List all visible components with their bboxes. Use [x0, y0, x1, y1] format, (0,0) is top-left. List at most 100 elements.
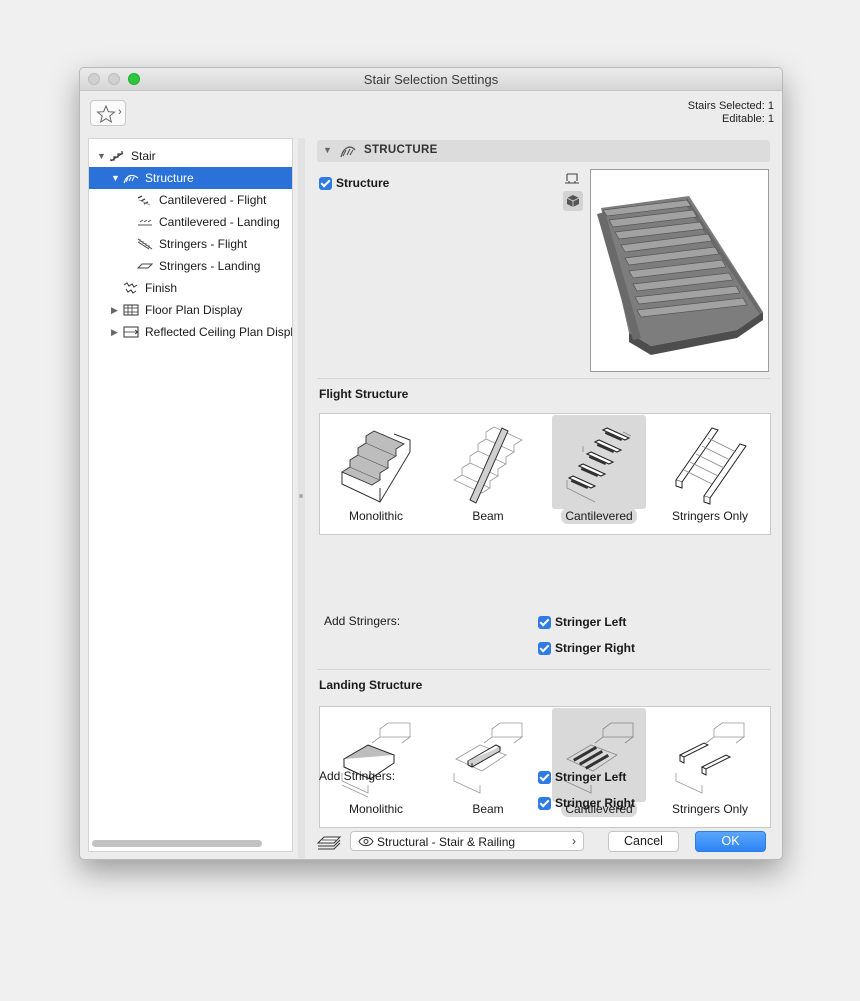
floor-plan-icon [123, 304, 139, 316]
favorites-button[interactable]: › [90, 100, 126, 126]
eye-icon [358, 836, 374, 847]
finish-icon [123, 282, 138, 294]
selection-info: Stairs Selected: 1 Editable: 1 [688, 100, 774, 126]
cantilevered-flight-icon [566, 427, 632, 503]
tree-item-label: Stringers - Landing [159, 259, 261, 273]
stair-preview-image [597, 196, 763, 355]
cube-icon [566, 195, 580, 207]
tree-item-label: Cantilevered - Landing [159, 215, 280, 229]
landing-structure-heading: Landing Structure [319, 678, 423, 692]
flight-stringer-right-checkbox[interactable]: Stringer Right [538, 641, 635, 656]
section-divider [317, 378, 770, 379]
section-header[interactable]: ▼ STRUCTURE [317, 140, 770, 162]
section-title: STRUCTURE [364, 144, 438, 156]
chevron-right-icon: › [572, 834, 576, 848]
tree-item-floor-plan-display[interactable]: ▶ Floor Plan Display [89, 299, 292, 321]
stringers-landing-icon [137, 263, 153, 269]
stairs-selected-count: Stairs Selected: 1 [687, 100, 774, 112]
title-bar[interactable]: Stair Selection Settings [80, 68, 782, 91]
landing-stringer-right-checkbox[interactable]: Stringer Right [538, 796, 635, 811]
tree-item-label: Structure [145, 171, 194, 185]
layers-icon[interactable] [316, 831, 342, 851]
disclosure-closed-icon[interactable]: ▶ [111, 299, 118, 321]
model-view-selector[interactable]: Structural - Stair & Railing › [350, 831, 584, 851]
ceiling-plan-icon [123, 326, 139, 338]
tree-item-cantilevered-flight[interactable]: Cantilevered - Flight [89, 189, 292, 211]
star-icon [96, 105, 116, 123]
stringers-flight-icon [137, 238, 153, 250]
tree-item-label: Stair [131, 149, 156, 163]
tree-item-structure[interactable]: ▼ Structure [89, 167, 292, 189]
stair-settings-dialog: Stair Selection Settings › Stairs Select… [79, 67, 783, 860]
monolithic-flight-icon [341, 430, 411, 503]
panel-splitter[interactable] [298, 138, 305, 858]
cantilevered-landing-icon [138, 219, 152, 226]
disclosure-open-icon[interactable]: ▼ [97, 145, 106, 167]
disclosure-closed-icon[interactable]: ▶ [111, 321, 118, 343]
flight-option-beam[interactable]: Beam [440, 414, 536, 534]
cantilevered-flight-icon [137, 195, 151, 206]
tree-item-finish[interactable]: Finish [89, 277, 292, 299]
editable-count: Editable: 1 [722, 113, 774, 125]
stringers-only-flight-icon [675, 427, 747, 505]
tree-item-stringers-flight[interactable]: Stringers - Flight [89, 233, 292, 255]
option-label: Monolithic [348, 509, 404, 523]
structure-checkbox[interactable]: Structure [319, 176, 390, 191]
plan-view-icon[interactable] [564, 172, 580, 186]
structure-icon [340, 146, 356, 158]
flight-structure-heading: Flight Structure [319, 387, 409, 401]
landing-stringer-left-checkbox[interactable]: Stringer Left [538, 770, 627, 785]
tree-horizontal-scrollbar[interactable] [92, 840, 262, 847]
option-label: Cantilevered [561, 508, 637, 524]
flight-option-cantilevered[interactable]: Cantilevered [551, 414, 647, 534]
option-label: Stringers Only [671, 509, 749, 523]
flight-option-stringers-only[interactable]: Stringers Only [662, 414, 758, 534]
cancel-button[interactable]: Cancel [608, 831, 679, 852]
landing-option-stringers-only[interactable]: Stringers Only [662, 707, 758, 827]
checkbox-checked-icon[interactable] [319, 177, 332, 191]
checkbox-label: Stringer Left [555, 615, 627, 629]
monolithic-landing-icon [341, 722, 412, 798]
section-divider [317, 669, 770, 670]
checkbox-checked-icon[interactable] [538, 642, 551, 656]
ok-button[interactable]: OK [695, 831, 766, 852]
beam-landing-icon [453, 722, 524, 794]
disclosure-open-icon[interactable]: ▼ [111, 167, 120, 189]
tree-item-stringers-landing[interactable]: Stringers - Landing [89, 255, 292, 277]
checkbox-checked-icon[interactable] [538, 797, 551, 811]
stringers-only-landing-icon [675, 722, 746, 794]
landing-add-stringers-label: Add Stringers: [319, 769, 396, 783]
chevron-right-icon: › [118, 106, 122, 118]
checkbox-label: Stringer Right [555, 796, 635, 810]
model-view-label: Structural - Stair & Railing [377, 835, 516, 849]
tree-item-label: Cantilevered - Flight [159, 193, 267, 207]
stair-3d-preview[interactable] [590, 169, 769, 372]
beam-flight-icon [453, 426, 523, 504]
tree-item-label: Stringers - Flight [159, 237, 248, 251]
landing-option-beam[interactable]: Beam [440, 707, 536, 827]
option-label: Beam [472, 509, 504, 523]
tree-item-cantilevered-landing[interactable]: Cantilevered - Landing [89, 211, 292, 233]
option-label: Stringers Only [671, 802, 749, 816]
flight-stringer-left-checkbox[interactable]: Stringer Left [538, 615, 627, 630]
cantilevered-landing-icon [564, 722, 635, 794]
tree-item-reflected-ceiling-plan[interactable]: ▶ Reflected Ceiling Plan Displ [89, 321, 292, 343]
option-label: Monolithic [348, 802, 404, 816]
structure-checkbox-label: Structure [336, 176, 390, 190]
option-label: Beam [472, 802, 504, 816]
structure-icon [123, 174, 139, 184]
tree-item-label: Floor Plan Display [145, 303, 243, 317]
checkbox-checked-icon[interactable] [538, 616, 551, 630]
tree-item-stair[interactable]: ▼ Stair [89, 145, 292, 167]
landing-option-monolithic[interactable]: Monolithic [328, 707, 424, 827]
checkbox-checked-icon[interactable] [538, 771, 551, 785]
stair-icon [110, 151, 124, 162]
disclosure-open-icon[interactable]: ▼ [323, 145, 332, 155]
3d-view-button[interactable] [563, 191, 583, 211]
checkbox-label: Stringer Right [555, 641, 635, 655]
flight-structure-options: Monolithic Beam Cantilevered Stringers O… [319, 413, 771, 535]
flight-option-monolithic[interactable]: Monolithic [328, 414, 424, 534]
flight-add-stringers-label: Add Stringers: [324, 614, 401, 628]
splitter-grip-icon [299, 494, 303, 498]
checkbox-label: Stringer Left [555, 770, 627, 784]
